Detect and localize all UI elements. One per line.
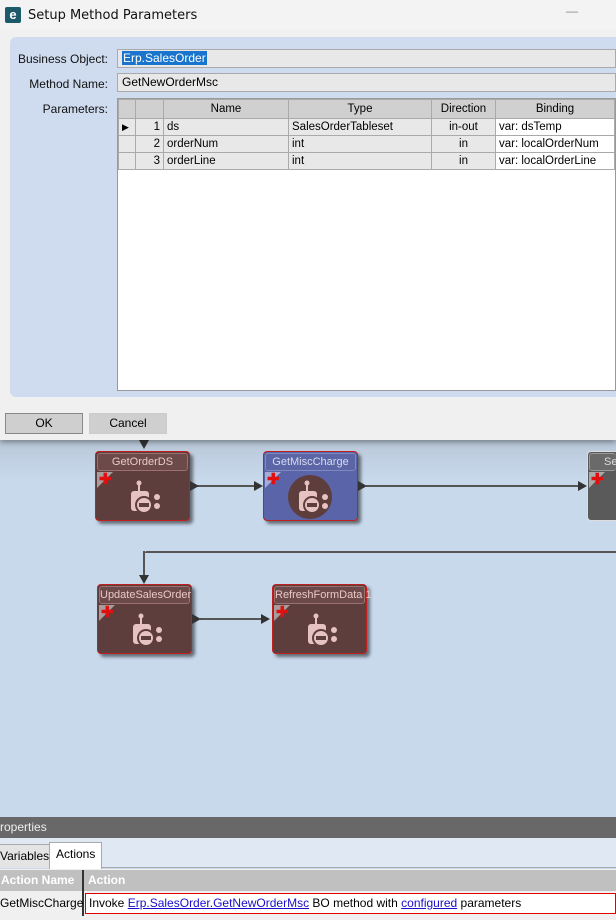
action-name-cell[interactable]: GetMiscCharge xyxy=(0,896,83,910)
param-binding[interactable]: var: localOrderLine xyxy=(495,152,615,170)
row-num: 1 xyxy=(135,118,164,136)
minimize-button[interactable]: — xyxy=(566,4,578,18)
row-num: 3 xyxy=(135,152,164,170)
node-get-misc-charge[interactable]: GetMiscCharge ✚ xyxy=(263,451,358,521)
table-row[interactable]: ▶ 1 ds SalesOrderTableset in-out var: dsTemp xyxy=(118,118,615,136)
node-title: UpdateSalesOrder xyxy=(99,586,191,604)
node-title: RefreshFormData 1 xyxy=(274,586,372,604)
param-binding[interactable]: var: localOrderNum xyxy=(495,135,615,153)
bo-method-icon xyxy=(133,613,162,647)
param-type: SalesOrderTableset xyxy=(288,118,432,136)
param-direction: in xyxy=(431,135,496,153)
ok-button[interactable]: OK xyxy=(5,413,83,434)
action-text: BO method with xyxy=(309,896,402,910)
parameters-grid[interactable]: Name Type Direction Binding ▶ 1 ds SalesOrderT… xyxy=(117,98,616,391)
col-action[interactable]: Action xyxy=(84,870,616,891)
param-direction: in-out xyxy=(431,118,496,136)
table-row[interactable]: 2 orderNum int in var: localOrderNum xyxy=(118,135,615,153)
bo-method-icon xyxy=(308,613,337,647)
param-type: int xyxy=(288,135,432,153)
setup-method-parameters-dialog: e Setup Method Parameters — Business Obj… xyxy=(0,0,616,440)
param-direction: in xyxy=(431,152,496,170)
param-name: orderLine xyxy=(163,152,289,170)
properties-header: roperties xyxy=(0,817,616,838)
actions-table: Action Name Action GetMiscCharge Invoke … xyxy=(0,869,616,920)
properties-tabs: Variables Actions xyxy=(0,838,616,869)
business-object-field[interactable]: Erp.SalesOrder xyxy=(117,49,616,68)
add-icon[interactable]: ✚ xyxy=(276,603,289,621)
bo-method-icon xyxy=(131,480,160,514)
dialog-title: Setup Method Parameters xyxy=(28,7,198,23)
tab-actions[interactable]: Actions xyxy=(49,842,103,869)
tab-variables[interactable]: Variables xyxy=(0,844,57,868)
business-object-label: Business Object: xyxy=(17,52,108,66)
app-logo-icon: e xyxy=(5,7,21,23)
param-binding[interactable]: var: dsTemp xyxy=(495,118,615,136)
table-row[interactable]: 3 orderLine int in var: localOrderLine xyxy=(118,152,615,170)
bo-method-link[interactable]: Erp.SalesOrder.GetNewOrderMsc xyxy=(128,896,309,910)
action-text: parameters xyxy=(457,896,522,910)
business-object-value: Erp.SalesOrder xyxy=(122,51,207,65)
row-num: 2 xyxy=(135,135,164,153)
configured-link[interactable]: configured xyxy=(401,896,457,910)
col-name[interactable]: Name xyxy=(163,99,289,119)
node-refresh-form-data[interactable]: RefreshFormData 1 ✚ xyxy=(272,584,372,654)
workflow-canvas[interactable]: GetOrderDS ✚ GetMiscCharge ✚ Se ✚ UpdateSal… xyxy=(0,440,616,817)
action-text: Invoke xyxy=(89,896,128,910)
node-get-order-ds[interactable]: GetOrderDS ✚ xyxy=(95,451,190,521)
node-update-sales-order[interactable]: UpdateSalesOrder ✚ xyxy=(97,584,192,654)
param-name: orderNum xyxy=(163,135,289,153)
add-icon[interactable]: ✚ xyxy=(591,470,604,488)
node-title: Se xyxy=(589,453,616,471)
col-type[interactable]: Type xyxy=(288,99,432,119)
col-direction[interactable]: Direction xyxy=(431,99,496,119)
action-cell[interactable]: Invoke Erp.SalesOrder.GetNewOrderMsc BO … xyxy=(85,893,616,914)
method-name-label: Method Name: xyxy=(29,77,108,91)
add-icon[interactable]: ✚ xyxy=(267,470,280,488)
bo-method-icon xyxy=(299,480,328,514)
node-title: GetMiscCharge xyxy=(265,453,356,471)
title-bar: e Setup Method Parameters — xyxy=(0,0,616,30)
add-icon[interactable]: ✚ xyxy=(99,470,112,488)
node-title: GetOrderDS xyxy=(97,453,188,471)
param-type: int xyxy=(288,152,432,170)
col-action-name[interactable]: Action Name xyxy=(0,870,82,891)
param-name: ds xyxy=(163,118,289,136)
method-name-field[interactable]: GetNewOrderMsc xyxy=(117,73,616,92)
node-set[interactable]: Se ✚ xyxy=(587,451,616,521)
add-icon[interactable]: ✚ xyxy=(101,603,114,621)
cancel-button[interactable]: Cancel xyxy=(89,413,167,434)
parameters-label: Parameters: xyxy=(42,102,108,116)
col-binding[interactable]: Binding xyxy=(495,99,615,119)
